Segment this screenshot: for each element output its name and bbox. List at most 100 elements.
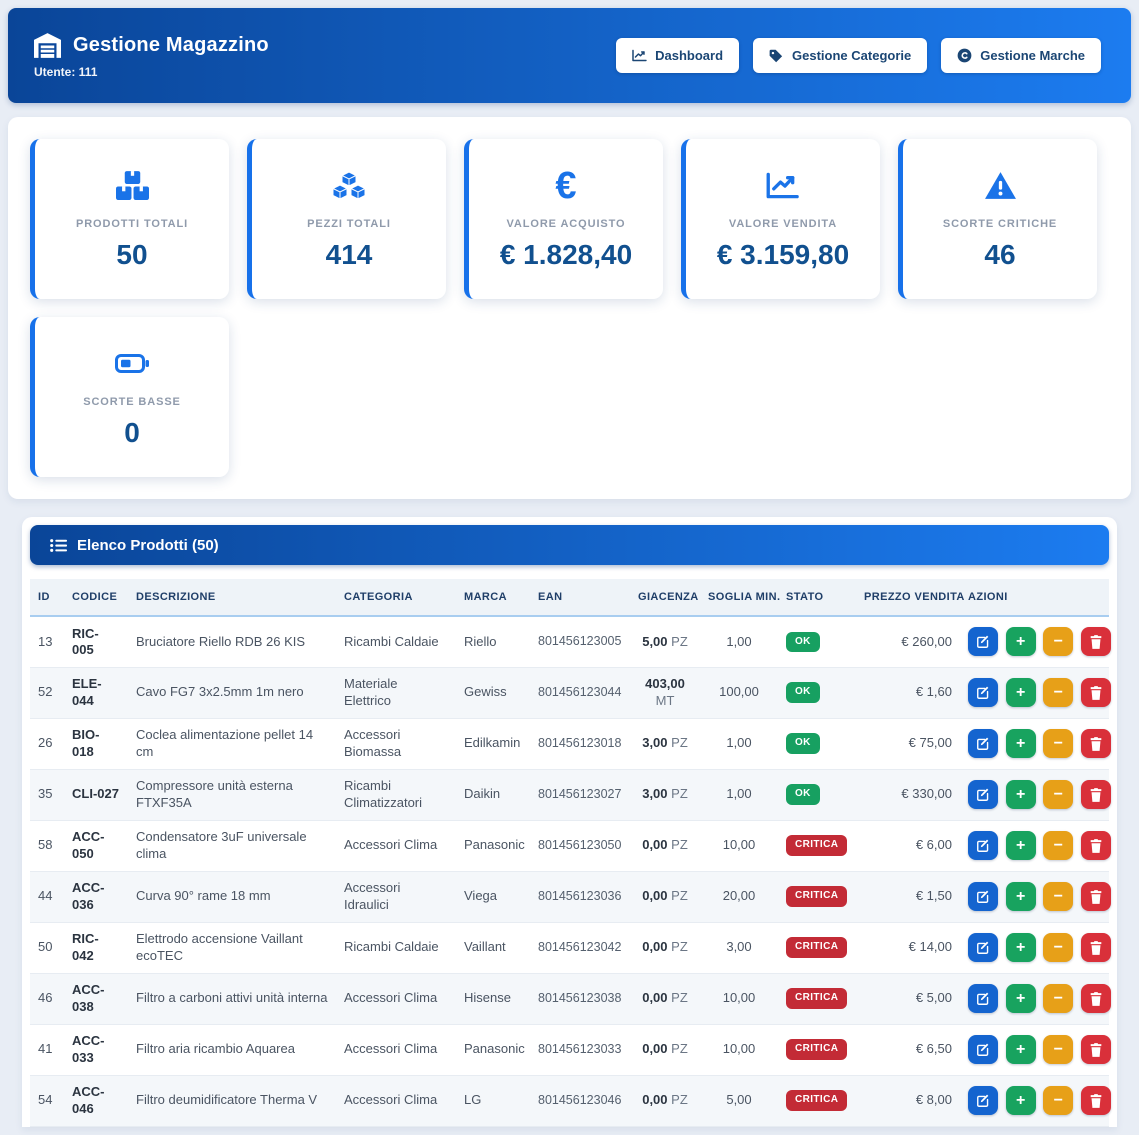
cell-azioni: + − bbox=[960, 1075, 1109, 1126]
delete-button[interactable] bbox=[1081, 780, 1111, 809]
edit-button[interactable] bbox=[968, 1086, 998, 1115]
add-stock-button[interactable]: + bbox=[1006, 627, 1036, 656]
subtract-stock-button[interactable]: − bbox=[1043, 678, 1073, 707]
cell-codice: RIC-042 bbox=[64, 922, 128, 973]
delete-button[interactable] bbox=[1081, 984, 1111, 1013]
cell-giacenza: 0,00 PZ bbox=[630, 973, 700, 1024]
cell-marca: Edilkamin bbox=[456, 718, 530, 769]
plus-icon: + bbox=[1016, 1042, 1025, 1058]
edit-button[interactable] bbox=[968, 882, 998, 911]
subtract-stock-button[interactable]: − bbox=[1043, 933, 1073, 962]
stat-value: 46 bbox=[984, 239, 1015, 271]
table-row: 52 ELE-044 Cavo FG7 3x2.5mm 1m nero Mate… bbox=[30, 667, 1109, 718]
cell-categoria: Accessori Clima bbox=[336, 820, 456, 871]
nav-button-label: Gestione Marche bbox=[980, 48, 1085, 63]
cell-categoria: Ricambi Climatizzatori bbox=[336, 769, 456, 820]
add-stock-button[interactable]: + bbox=[1006, 882, 1036, 911]
cell-prezzo-vendita: € 75,00 bbox=[856, 718, 960, 769]
add-stock-button[interactable]: + bbox=[1006, 780, 1036, 809]
cell-soglia-min: 10,00 bbox=[700, 820, 778, 871]
edit-button[interactable] bbox=[968, 831, 998, 860]
cell-categoria: Ricambi Caldaie bbox=[336, 922, 456, 973]
edit-button[interactable] bbox=[968, 678, 998, 707]
cell-soglia-min: 3,00 bbox=[700, 922, 778, 973]
warning-icon bbox=[984, 168, 1017, 204]
delete-button[interactable] bbox=[1081, 678, 1111, 707]
edit-button[interactable] bbox=[968, 780, 998, 809]
cell-soglia-min: 10,00 bbox=[700, 1024, 778, 1075]
cell-giacenza: 403,00 MT bbox=[630, 667, 700, 718]
chart-line-icon bbox=[766, 168, 799, 204]
subtract-stock-button[interactable]: − bbox=[1043, 627, 1073, 656]
minus-icon: − bbox=[1054, 634, 1063, 650]
col-ean: EAN bbox=[530, 579, 630, 616]
subtract-stock-button[interactable]: − bbox=[1043, 780, 1073, 809]
stat-label: SCORTE CRITICHE bbox=[943, 218, 1057, 230]
edit-button[interactable] bbox=[968, 984, 998, 1013]
add-stock-button[interactable]: + bbox=[1006, 678, 1036, 707]
subtract-stock-button[interactable]: − bbox=[1043, 729, 1073, 758]
subtract-stock-button[interactable]: − bbox=[1043, 1035, 1073, 1064]
stats-grid: PRODOTTI TOTALI 50 PEZZI TOTALI 414 € VA… bbox=[30, 139, 1109, 477]
subtract-stock-button[interactable]: − bbox=[1043, 831, 1073, 860]
cell-ean: 801456123042 bbox=[530, 922, 630, 973]
cell-codice: ACC-033 bbox=[64, 1024, 128, 1075]
plus-icon: + bbox=[1016, 1093, 1025, 1109]
status-badge: OK bbox=[786, 733, 820, 754]
cell-codice: CLI-027 bbox=[64, 769, 128, 820]
cell-azioni: + − bbox=[960, 871, 1109, 922]
cell-marca: LG bbox=[456, 1075, 530, 1126]
cell-categoria: Accessori Clima bbox=[336, 973, 456, 1024]
subtract-stock-button[interactable]: − bbox=[1043, 984, 1073, 1013]
cell-marca: Viega bbox=[456, 871, 530, 922]
add-stock-button[interactable]: + bbox=[1006, 933, 1036, 962]
delete-button[interactable] bbox=[1081, 729, 1111, 758]
cell-categoria: Ricambi Caldaie bbox=[336, 616, 456, 667]
nav-button-gestione-categorie[interactable]: Gestione Categorie bbox=[753, 38, 927, 73]
cell-codice: ELE-044 bbox=[64, 667, 128, 718]
minus-icon: − bbox=[1054, 736, 1063, 752]
cell-prezzo-vendita: € 1,50 bbox=[856, 871, 960, 922]
edit-button[interactable] bbox=[968, 1035, 998, 1064]
edit-button[interactable] bbox=[968, 729, 998, 758]
plus-icon: + bbox=[1016, 685, 1025, 701]
nav-button-label: Gestione Categorie bbox=[792, 48, 911, 63]
edit-button[interactable] bbox=[968, 933, 998, 962]
edit-icon bbox=[976, 1043, 990, 1057]
subtract-stock-button[interactable]: − bbox=[1043, 882, 1073, 911]
minus-icon: − bbox=[1054, 991, 1063, 1007]
trash-icon bbox=[1090, 890, 1102, 904]
cell-marca: Daikin bbox=[456, 769, 530, 820]
app-header: Gestione Magazzino Utente: 111 Dashboard… bbox=[8, 8, 1131, 103]
cell-codice: ACC-050 bbox=[64, 820, 128, 871]
stat-label: SCORTE BASSE bbox=[83, 396, 181, 408]
add-stock-button[interactable]: + bbox=[1006, 729, 1036, 758]
cell-id: 46 bbox=[30, 973, 64, 1024]
delete-button[interactable] bbox=[1081, 1035, 1111, 1064]
subtract-stock-button[interactable]: − bbox=[1043, 1086, 1073, 1115]
cell-prezzo-vendita: € 6,50 bbox=[856, 1024, 960, 1075]
cell-azioni: + − bbox=[960, 922, 1109, 973]
col-azioni: AZIONI bbox=[960, 579, 1109, 616]
delete-button[interactable] bbox=[1081, 933, 1111, 962]
boxes-stacked-icon bbox=[116, 168, 149, 204]
add-stock-button[interactable]: + bbox=[1006, 1035, 1036, 1064]
cell-soglia-min: 1,00 bbox=[700, 769, 778, 820]
col-descrizione: DESCRIZIONE bbox=[128, 579, 336, 616]
cell-id: 13 bbox=[30, 616, 64, 667]
add-stock-button[interactable]: + bbox=[1006, 1086, 1036, 1115]
add-stock-button[interactable]: + bbox=[1006, 831, 1036, 860]
nav-button-gestione-marche[interactable]: Gestione Marche bbox=[941, 38, 1101, 73]
cell-azioni: + − bbox=[960, 820, 1109, 871]
cell-prezzo-vendita: € 330,00 bbox=[856, 769, 960, 820]
table-row: 13 RIC-005 Bruciatore Riello RDB 26 KIS … bbox=[30, 616, 1109, 667]
delete-button[interactable] bbox=[1081, 627, 1111, 656]
plus-icon: + bbox=[1016, 940, 1025, 956]
nav-button-dashboard[interactable]: Dashboard bbox=[616, 38, 739, 73]
add-stock-button[interactable]: + bbox=[1006, 984, 1036, 1013]
cell-prezzo-vendita: € 8,00 bbox=[856, 1075, 960, 1126]
delete-button[interactable] bbox=[1081, 831, 1111, 860]
delete-button[interactable] bbox=[1081, 882, 1111, 911]
edit-button[interactable] bbox=[968, 627, 998, 656]
delete-button[interactable] bbox=[1081, 1086, 1111, 1115]
